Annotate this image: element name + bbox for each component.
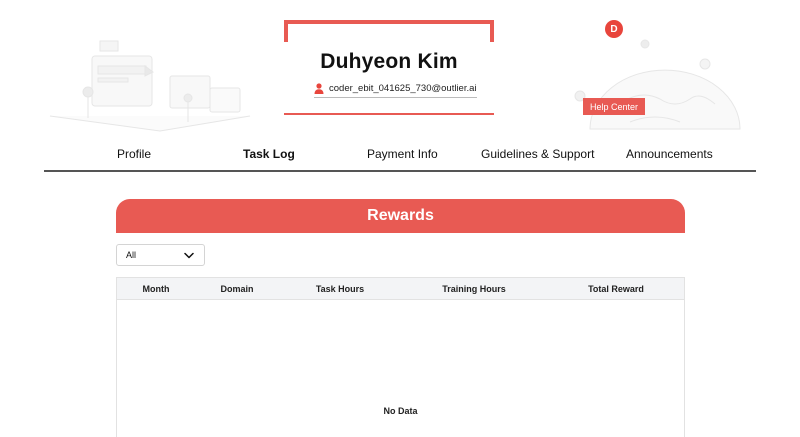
tab-payment-info[interactable]: Payment Info [367,147,438,161]
profile-frame-bottom [284,113,494,115]
empty-state-text: No Data [383,406,418,416]
user-icon [314,83,324,94]
table-header: Month Domain Task Hours Training Hours T… [117,278,684,300]
tab-profile[interactable]: Profile [117,147,151,161]
profile-name: Duhyeon Kim [320,50,458,73]
profile-frame-top [284,20,494,42]
workspace-illustration [49,40,251,132]
chevron-down-icon [184,252,194,258]
globe-illustration [574,39,741,130]
tab-announcements[interactable]: Announcements [626,147,713,161]
avatar[interactable]: D [605,20,623,38]
help-center-button[interactable]: Help Center [583,98,645,115]
tab-guidelines-support[interactable]: Guidelines & Support [481,147,594,161]
column-header-month[interactable]: Month [143,284,170,294]
profile-card: Duhyeon Kim coder_ebit_041625_730@outlie… [284,20,494,115]
period-filter-select[interactable]: All [116,244,205,266]
column-header-training-hours[interactable]: Training Hours [442,284,506,294]
page: D Duhyeon Kim coder_ebit_041625_730@outl… [0,0,800,437]
rewards-table: Month Domain Task Hours Training Hours T… [116,277,685,437]
nav-tabs: Profile Task Log Payment Info Guidelines… [44,140,756,172]
filter-selected-value: All [126,250,137,260]
profile-email-text: coder_ebit_041625_730@outlier.ai [329,83,477,94]
profile-email: coder_ebit_041625_730@outlier.ai [314,82,477,98]
tab-task-log[interactable]: Task Log [243,147,295,161]
column-header-domain[interactable]: Domain [220,284,253,294]
rewards-title: Rewards [116,199,685,233]
column-header-total-reward[interactable]: Total Reward [588,284,644,294]
column-header-task-hours[interactable]: Task Hours [316,284,364,294]
